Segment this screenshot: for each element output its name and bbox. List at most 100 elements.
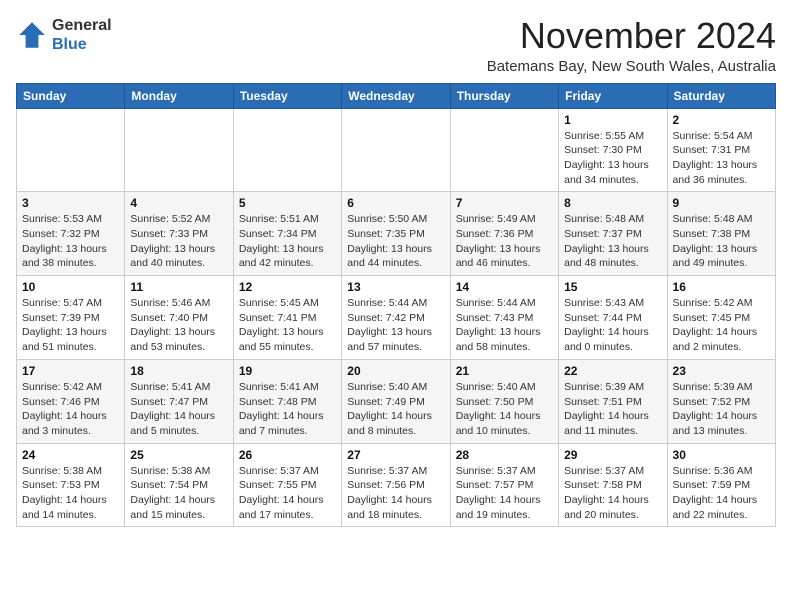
calendar-cell bbox=[17, 108, 125, 192]
day-info: Sunrise: 5:46 AM Sunset: 7:40 PM Dayligh… bbox=[130, 296, 227, 355]
day-info: Sunrise: 5:42 AM Sunset: 7:46 PM Dayligh… bbox=[22, 380, 119, 439]
day-info: Sunrise: 5:50 AM Sunset: 7:35 PM Dayligh… bbox=[347, 212, 444, 271]
calendar-cell: 13 Sunrise: 5:44 AM Sunset: 7:42 PM Dayli… bbox=[342, 276, 450, 360]
calendar-cell: 11 Sunrise: 5:46 AM Sunset: 7:40 PM Dayli… bbox=[125, 276, 233, 360]
day-number: 28 bbox=[456, 448, 553, 462]
day-number: 29 bbox=[564, 448, 661, 462]
day-info: Sunrise: 5:54 AM Sunset: 7:31 PM Dayligh… bbox=[673, 129, 770, 188]
day-number: 6 bbox=[347, 196, 444, 210]
day-info: Sunrise: 5:45 AM Sunset: 7:41 PM Dayligh… bbox=[239, 296, 336, 355]
weekday-header-cell: Monday bbox=[125, 83, 233, 108]
calendar-cell: 9Sunrise: 5:48 AM Sunset: 7:38 PM Daylig… bbox=[667, 192, 775, 276]
day-number: 30 bbox=[673, 448, 770, 462]
day-number: 26 bbox=[239, 448, 336, 462]
day-number: 11 bbox=[130, 280, 227, 294]
day-info: Sunrise: 5:53 AM Sunset: 7:32 PM Dayligh… bbox=[22, 212, 119, 271]
calendar-week-row: 17 Sunrise: 5:42 AM Sunset: 7:46 PM Dayli… bbox=[17, 359, 776, 443]
day-info: Sunrise: 5:41 AM Sunset: 7:47 PM Dayligh… bbox=[130, 380, 227, 439]
day-number: 10 bbox=[22, 280, 119, 294]
calendar-cell: 29 Sunrise: 5:37 AM Sunset: 7:58 PM Dayli… bbox=[559, 443, 667, 527]
day-number: 19 bbox=[239, 364, 336, 378]
weekday-header-cell: Wednesday bbox=[342, 83, 450, 108]
day-number: 15 bbox=[564, 280, 661, 294]
weekday-header-cell: Sunday bbox=[17, 83, 125, 108]
day-info: Sunrise: 5:44 AM Sunset: 7:42 PM Dayligh… bbox=[347, 296, 444, 355]
calendar-cell: 18Sunrise: 5:41 AM Sunset: 7:47 PM Dayli… bbox=[125, 359, 233, 443]
weekday-header-cell: Saturday bbox=[667, 83, 775, 108]
day-number: 22 bbox=[564, 364, 661, 378]
calendar-body: 1 Sunrise: 5:55 AM Sunset: 7:30 PM Daylig… bbox=[17, 108, 776, 527]
day-number: 5 bbox=[239, 196, 336, 210]
day-info: Sunrise: 5:48 AM Sunset: 7:38 PM Dayligh… bbox=[673, 212, 770, 271]
day-info: Sunrise: 5:39 AM Sunset: 7:52 PM Dayligh… bbox=[673, 380, 770, 439]
month-title: November 2024 bbox=[487, 16, 776, 56]
day-info: Sunrise: 5:47 AM Sunset: 7:39 PM Dayligh… bbox=[22, 296, 119, 355]
day-info: Sunrise: 5:41 AM Sunset: 7:48 PM Dayligh… bbox=[239, 380, 336, 439]
day-info: Sunrise: 5:43 AM Sunset: 7:44 PM Dayligh… bbox=[564, 296, 661, 355]
calendar-cell: 23 Sunrise: 5:39 AM Sunset: 7:52 PM Dayli… bbox=[667, 359, 775, 443]
weekday-header-cell: Tuesday bbox=[233, 83, 341, 108]
day-number: 16 bbox=[673, 280, 770, 294]
calendar-cell: 28 Sunrise: 5:37 AM Sunset: 7:57 PM Dayli… bbox=[450, 443, 558, 527]
day-info: Sunrise: 5:38 AM Sunset: 7:53 PM Dayligh… bbox=[22, 464, 119, 523]
day-info: Sunrise: 5:52 AM Sunset: 7:33 PM Dayligh… bbox=[130, 212, 227, 271]
calendar-week-row: 10 Sunrise: 5:47 AM Sunset: 7:39 PM Dayli… bbox=[17, 276, 776, 360]
day-info: Sunrise: 5:37 AM Sunset: 7:55 PM Dayligh… bbox=[239, 464, 336, 523]
calendar-cell: 20 Sunrise: 5:40 AM Sunset: 7:49 PM Dayli… bbox=[342, 359, 450, 443]
day-number: 2 bbox=[673, 113, 770, 127]
day-number: 13 bbox=[347, 280, 444, 294]
day-number: 7 bbox=[456, 196, 553, 210]
calendar-cell: 6 Sunrise: 5:50 AM Sunset: 7:35 PM Daylig… bbox=[342, 192, 450, 276]
day-info: Sunrise: 5:37 AM Sunset: 7:58 PM Dayligh… bbox=[564, 464, 661, 523]
day-number: 21 bbox=[456, 364, 553, 378]
calendar-cell: 1 Sunrise: 5:55 AM Sunset: 7:30 PM Daylig… bbox=[559, 108, 667, 192]
calendar-cell: 4 Sunrise: 5:52 AM Sunset: 7:33 PM Daylig… bbox=[125, 192, 233, 276]
day-info: Sunrise: 5:37 AM Sunset: 7:57 PM Dayligh… bbox=[456, 464, 553, 523]
day-info: Sunrise: 5:55 AM Sunset: 7:30 PM Dayligh… bbox=[564, 129, 661, 188]
calendar-cell: 5 Sunrise: 5:51 AM Sunset: 7:34 PM Daylig… bbox=[233, 192, 341, 276]
calendar-cell: 25 Sunrise: 5:38 AM Sunset: 7:54 PM Dayli… bbox=[125, 443, 233, 527]
calendar-cell: 3 Sunrise: 5:53 AM Sunset: 7:32 PM Daylig… bbox=[17, 192, 125, 276]
day-info: Sunrise: 5:44 AM Sunset: 7:43 PM Dayligh… bbox=[456, 296, 553, 355]
day-number: 27 bbox=[347, 448, 444, 462]
calendar-cell bbox=[450, 108, 558, 192]
calendar-cell: 30Sunrise: 5:36 AM Sunset: 7:59 PM Dayli… bbox=[667, 443, 775, 527]
day-info: Sunrise: 5:49 AM Sunset: 7:36 PM Dayligh… bbox=[456, 212, 553, 271]
day-number: 1 bbox=[564, 113, 661, 127]
weekday-header-cell: Friday bbox=[559, 83, 667, 108]
day-info: Sunrise: 5:40 AM Sunset: 7:50 PM Dayligh… bbox=[456, 380, 553, 439]
calendar-cell: 19 Sunrise: 5:41 AM Sunset: 7:48 PM Dayli… bbox=[233, 359, 341, 443]
day-number: 4 bbox=[130, 196, 227, 210]
day-info: Sunrise: 5:51 AM Sunset: 7:34 PM Dayligh… bbox=[239, 212, 336, 271]
calendar-week-row: 1 Sunrise: 5:55 AM Sunset: 7:30 PM Daylig… bbox=[17, 108, 776, 192]
calendar-table: SundayMondayTuesdayWednesdayThursdayFrid… bbox=[16, 83, 776, 528]
day-info: Sunrise: 5:39 AM Sunset: 7:51 PM Dayligh… bbox=[564, 380, 661, 439]
day-info: Sunrise: 5:40 AM Sunset: 7:49 PM Dayligh… bbox=[347, 380, 444, 439]
page-header: General Blue November 2024 Batemans Bay,… bbox=[16, 16, 776, 75]
location-title: Batemans Bay, New South Wales, Australia bbox=[487, 58, 776, 75]
logo: General Blue bbox=[16, 16, 112, 54]
calendar-cell: 26 Sunrise: 5:37 AM Sunset: 7:55 PM Dayli… bbox=[233, 443, 341, 527]
day-number: 3 bbox=[22, 196, 119, 210]
day-number: 8 bbox=[564, 196, 661, 210]
day-number: 20 bbox=[347, 364, 444, 378]
calendar-cell: 21 Sunrise: 5:40 AM Sunset: 7:50 PM Dayli… bbox=[450, 359, 558, 443]
calendar-cell: 8 Sunrise: 5:48 AM Sunset: 7:37 PM Daylig… bbox=[559, 192, 667, 276]
calendar-cell: 16 Sunrise: 5:42 AM Sunset: 7:45 PM Dayli… bbox=[667, 276, 775, 360]
calendar-cell: 17 Sunrise: 5:42 AM Sunset: 7:46 PM Dayli… bbox=[17, 359, 125, 443]
calendar-cell bbox=[125, 108, 233, 192]
weekday-header-cell: Thursday bbox=[450, 83, 558, 108]
day-info: Sunrise: 5:48 AM Sunset: 7:37 PM Dayligh… bbox=[564, 212, 661, 271]
day-number: 17 bbox=[22, 364, 119, 378]
day-number: 12 bbox=[239, 280, 336, 294]
logo-text: General Blue bbox=[52, 16, 112, 54]
day-info: Sunrise: 5:42 AM Sunset: 7:45 PM Dayligh… bbox=[673, 296, 770, 355]
calendar-cell: 22 Sunrise: 5:39 AM Sunset: 7:51 PM Dayli… bbox=[559, 359, 667, 443]
calendar-cell: 14Sunrise: 5:44 AM Sunset: 7:43 PM Dayli… bbox=[450, 276, 558, 360]
calendar-cell: 12 Sunrise: 5:45 AM Sunset: 7:41 PM Dayli… bbox=[233, 276, 341, 360]
calendar-cell bbox=[342, 108, 450, 192]
day-number: 25 bbox=[130, 448, 227, 462]
calendar-week-row: 3 Sunrise: 5:53 AM Sunset: 7:32 PM Daylig… bbox=[17, 192, 776, 276]
day-info: Sunrise: 5:38 AM Sunset: 7:54 PM Dayligh… bbox=[130, 464, 227, 523]
day-number: 23 bbox=[673, 364, 770, 378]
